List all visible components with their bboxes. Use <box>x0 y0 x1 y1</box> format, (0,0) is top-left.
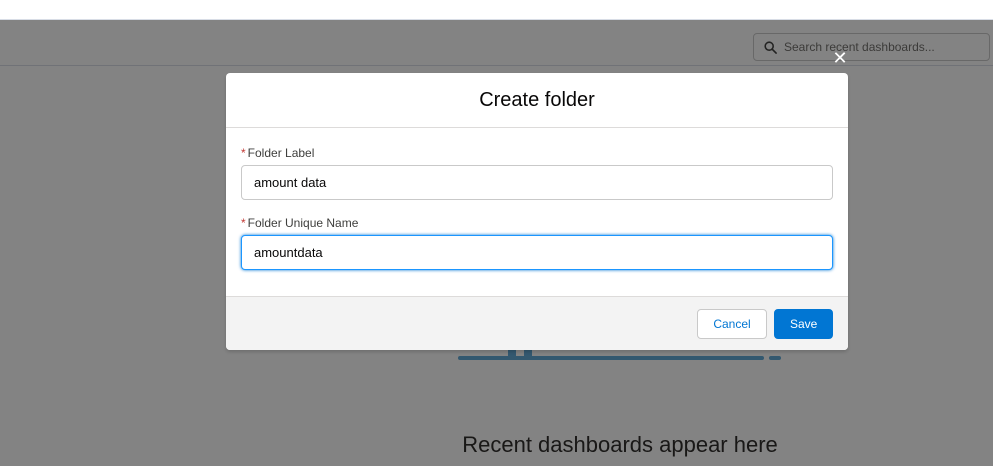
required-asterisk: * <box>241 216 246 230</box>
folder-unique-name-label: * Folder Unique Name <box>241 216 833 230</box>
folder-label-label: * Folder Label <box>241 146 833 160</box>
modal-title: Create folder <box>479 88 595 111</box>
folder-unique-name-field: * Folder Unique Name <box>241 216 833 270</box>
modal-footer: Cancel Save <box>226 296 848 350</box>
modal-header: Create folder <box>226 73 848 128</box>
modal-body: *Folder Label *Folder Unique Name <box>226 128 848 296</box>
required-asterisk: * <box>241 146 246 160</box>
folder-unique-name-text: Folder Unique Name <box>247 216 359 230</box>
folder-unique-name-input[interactable] <box>241 235 833 270</box>
cancel-button[interactable]: Cancel <box>697 308 767 339</box>
top-bar <box>0 0 993 20</box>
folder-label-text: Folder Label <box>247 146 315 160</box>
create-folder-modal: Create folder *Folder Label *Folder Uniq… <box>226 73 848 350</box>
folder-label-field: * Folder Label <box>241 146 833 200</box>
close-icon[interactable]: ✕ <box>830 48 850 68</box>
save-button[interactable]: Save <box>774 308 833 339</box>
folder-label-input[interactable] <box>241 165 833 200</box>
